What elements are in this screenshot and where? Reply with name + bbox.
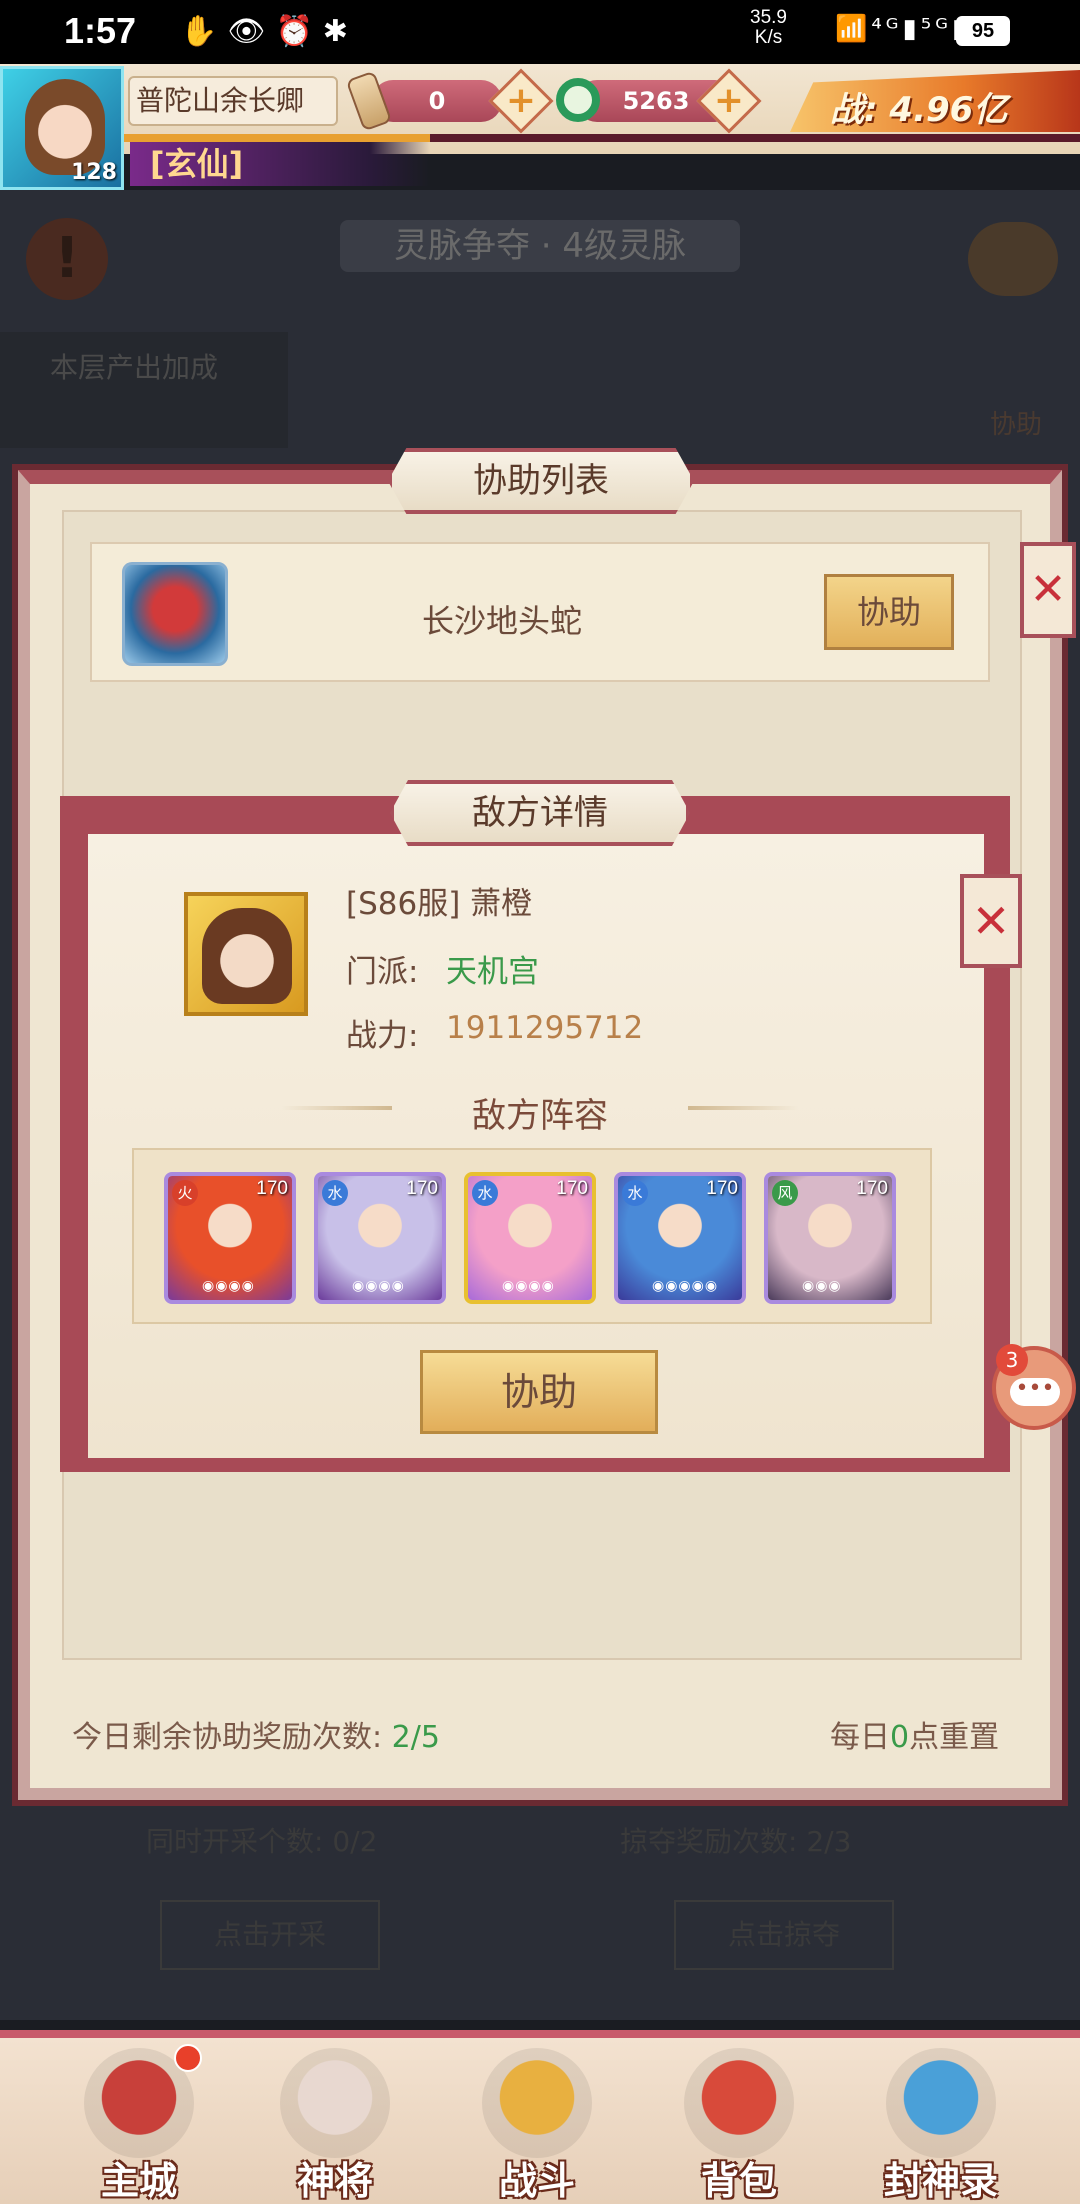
nav-label: 背包: [700, 2159, 777, 2203]
daily-reset-hour: 0: [890, 1720, 910, 1755]
hero-stars: ◉◉◉◉: [202, 1278, 255, 1294]
nav-label: 神将: [296, 2159, 373, 2203]
hero-level: 170: [706, 1178, 738, 1199]
player-level: 128: [71, 160, 117, 185]
close-icon[interactable]: ✕: [960, 874, 1022, 968]
divider-ornament-left: [282, 1106, 392, 1110]
hero-level: 170: [856, 1178, 888, 1199]
mine-button[interactable]: 点击开采: [160, 1900, 380, 1970]
daily-reset-pre: 每日: [830, 1720, 890, 1755]
enemy-name: [S86服] 萧橙: [346, 886, 533, 922]
nav-item-bag[interactable]: 背包: [664, 2040, 814, 2204]
assist-target-name: 长沙地头蛇: [422, 602, 583, 640]
plus-icon: +: [713, 80, 745, 121]
element-badge: 水: [322, 1180, 348, 1206]
hero-level: 170: [256, 1178, 288, 1199]
hero-card[interactable]: 水 170 ◉◉◉◉◉: [614, 1172, 746, 1304]
hero-stars: ◉◉◉◉: [352, 1278, 405, 1294]
hero-card[interactable]: 水 170 ◉◉◉◉: [464, 1172, 596, 1304]
notification-dot: [174, 2044, 202, 2072]
exp-bar: [124, 134, 1080, 142]
daily-reset-post: 点重置: [909, 1720, 1000, 1755]
monster-portrait: [122, 562, 228, 666]
hero-stars: ◉◉◉◉◉: [652, 1278, 719, 1294]
nav-label: 主城: [100, 2159, 177, 2203]
remaining-assist-value: 2/5: [391, 1720, 440, 1755]
enemy-avatar: [184, 892, 308, 1016]
lineup-title: 敌方阵容: [472, 1096, 608, 1136]
element-badge: 火: [172, 1180, 198, 1206]
plus-icon: +: [505, 80, 537, 121]
remaining-assist-label: 今日剩余协助奖励次数:: [72, 1720, 392, 1755]
close-icon[interactable]: ✕: [1020, 542, 1076, 638]
player-avatar[interactable]: 128: [0, 66, 124, 190]
network-speed: 35.9 K/s: [750, 8, 787, 48]
assist-list-item: 长沙地头蛇 协助: [90, 542, 990, 682]
remaining-assist-count: 今日剩余协助奖励次数: 2/5: [72, 1712, 440, 1756]
assist-button[interactable]: 协助: [420, 1350, 658, 1434]
battery-icon: 95: [956, 16, 1010, 46]
power-value: 1911295712: [446, 1010, 644, 1046]
nav-label: 战斗: [498, 2159, 575, 2203]
daily-reset-note: 每日0点重置: [830, 1712, 999, 1756]
hero-level: 170: [406, 1178, 438, 1199]
nav-label: 封神录: [883, 2159, 998, 2203]
general-icon: [280, 2048, 390, 2158]
nav-item-fengshen[interactable]: 封神录: [866, 2040, 1016, 2204]
nav-item-generals[interactable]: 神将: [260, 2040, 410, 2204]
hero-card[interactable]: 水 170 ◉◉◉◉: [314, 1172, 446, 1304]
plunder-button[interactable]: 点击掠夺: [674, 1900, 894, 1970]
chat-unread-badge: 3: [996, 1344, 1028, 1376]
background-lower-section: 同时开采个数: 0/2 掠夺奖励次数: 2/3 点击开采 点击掠夺: [50, 1800, 1030, 2030]
background-title: 灵脉争夺 · 4级灵脉: [340, 220, 740, 272]
assist-item-button[interactable]: 协助: [824, 574, 954, 650]
back-arrow-icon[interactable]: [968, 222, 1058, 296]
divider-ornament-right: [688, 1106, 798, 1110]
title-badge: [玄仙]: [130, 142, 430, 186]
chat-dots: •••: [1010, 1378, 1060, 1406]
status-bar: 1:57 ✋👁⏰✱ 35.9 K/s 📶⁴ᴳ▮⁵ᴳ▮ 95: [0, 0, 1080, 64]
hero-card[interactable]: 火 170 ◉◉◉◉: [164, 1172, 296, 1304]
network-speed-unit: K/s: [754, 27, 783, 48]
element-badge: 风: [772, 1180, 798, 1206]
network-speed-value: 35.9: [750, 7, 787, 28]
output-bonus-label: 本层产出加成: [0, 332, 288, 448]
hero-stars: ◉◉◉◉: [502, 1278, 555, 1294]
player-name: 普陀山余长卿: [128, 76, 338, 126]
element-badge: 水: [622, 1180, 648, 1206]
mining-count: 同时开采个数: 0/2: [146, 1825, 378, 1858]
nav-item-battle[interactable]: 战斗: [462, 2040, 612, 2204]
background-help-button[interactable]: 协助: [968, 340, 1064, 440]
power-label: 战力:: [346, 1018, 419, 1054]
jade-icon: [556, 78, 600, 122]
alert-icon[interactable]: !: [26, 218, 108, 300]
element-badge: 水: [472, 1180, 498, 1206]
chat-bubble-icon[interactable]: ••• 3: [992, 1344, 1076, 1430]
status-time: 1:57: [64, 10, 137, 51]
bag-icon: [684, 2048, 794, 2158]
hero-level: 170: [556, 1178, 588, 1199]
enemy-detail-title: 敌方详情: [390, 780, 690, 846]
sect-value: 天机宫: [446, 954, 539, 990]
scroll-resource-count: 0: [372, 80, 502, 122]
plunder-count: 掠夺奖励次数: 2/3: [620, 1825, 852, 1858]
status-left-icons: ✋👁⏰✱: [180, 14, 358, 49]
signal-icon: 📶⁴ᴳ▮⁵ᴳ▮: [835, 14, 971, 44]
hero-card[interactable]: 风 170 ◉◉◉: [764, 1172, 896, 1304]
crossed-swords-icon: [482, 2048, 592, 2158]
sect-label: 门派:: [346, 954, 419, 990]
exp-bar-fill: [124, 134, 430, 142]
scroll-book-icon: [886, 2048, 996, 2158]
hero-stars: ◉◉◉: [802, 1278, 842, 1294]
assist-list-title: 协助列表: [388, 448, 694, 514]
enemy-avatar-face: [202, 908, 292, 1004]
